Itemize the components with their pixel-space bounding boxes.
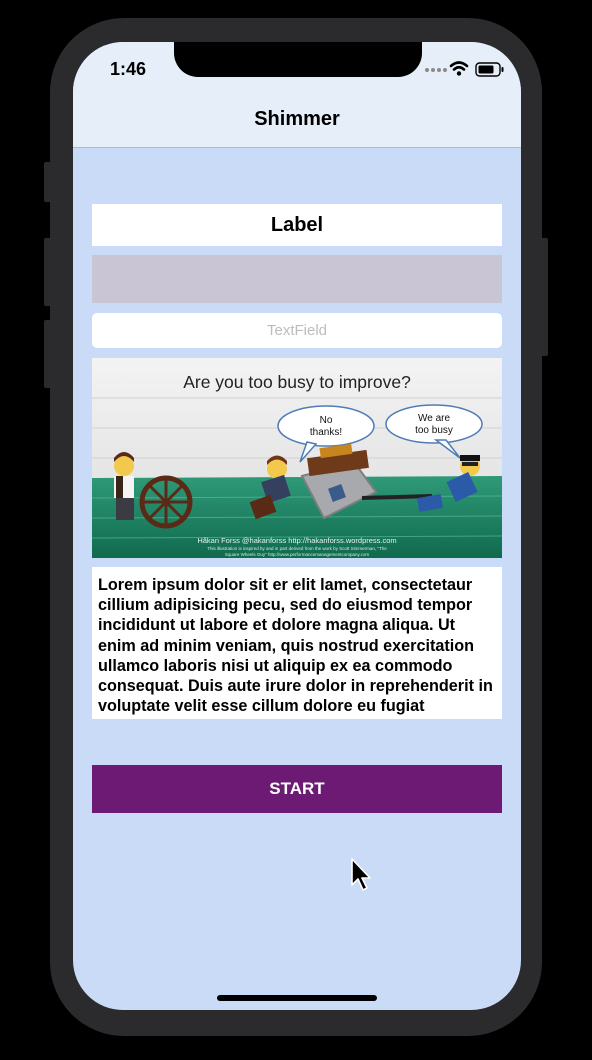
bubble-right-line-1: We are bbox=[418, 413, 450, 424]
illustration-image: Are you too busy to improve? No thanks! … bbox=[92, 358, 502, 558]
battery-icon bbox=[475, 62, 504, 77]
bubble-left-line-1: No bbox=[320, 415, 333, 426]
home-indicator[interactable] bbox=[217, 995, 377, 1001]
lego-illustration: Are you too busy to improve? No thanks! … bbox=[92, 358, 502, 558]
wifi-icon bbox=[449, 61, 469, 76]
notch bbox=[174, 42, 422, 77]
body-text: Lorem ipsum dolor sit er elit lamet, con… bbox=[92, 567, 502, 719]
status-time: 1:46 bbox=[110, 59, 147, 79]
speech-bubble-right bbox=[385, 404, 483, 444]
shimmer-placeholder bbox=[92, 255, 502, 303]
status-icons bbox=[425, 61, 504, 77]
bubble-left-line-2: thanks! bbox=[310, 427, 342, 438]
speech-bubble-left bbox=[277, 405, 375, 447]
image-credit: Håkan Forss @hakanforss http://hakanfors… bbox=[197, 536, 396, 545]
image-fine-print-2: Square Wheels Guy" http://www.performanc… bbox=[225, 552, 370, 557]
minifig-left bbox=[114, 452, 134, 520]
text-field[interactable] bbox=[92, 313, 502, 348]
image-title: Are you too busy to improve? bbox=[183, 372, 411, 392]
signal-dots-icon bbox=[425, 68, 447, 72]
app-screen: 1:46 Shimmer Label TextField Are you too… bbox=[73, 42, 521, 1010]
navigation-bar: 1:46 Shimmer bbox=[73, 42, 521, 148]
start-button[interactable]: START bbox=[92, 765, 502, 813]
square-wheel-left bbox=[139, 475, 193, 529]
page-title: Shimmer bbox=[254, 108, 340, 130]
mouse-cursor-icon bbox=[351, 858, 371, 891]
image-fine-print-1: This illustration is inspired by and in … bbox=[207, 546, 387, 551]
bubble-right-line-2: too busy bbox=[415, 425, 453, 436]
label: Label bbox=[92, 204, 502, 246]
